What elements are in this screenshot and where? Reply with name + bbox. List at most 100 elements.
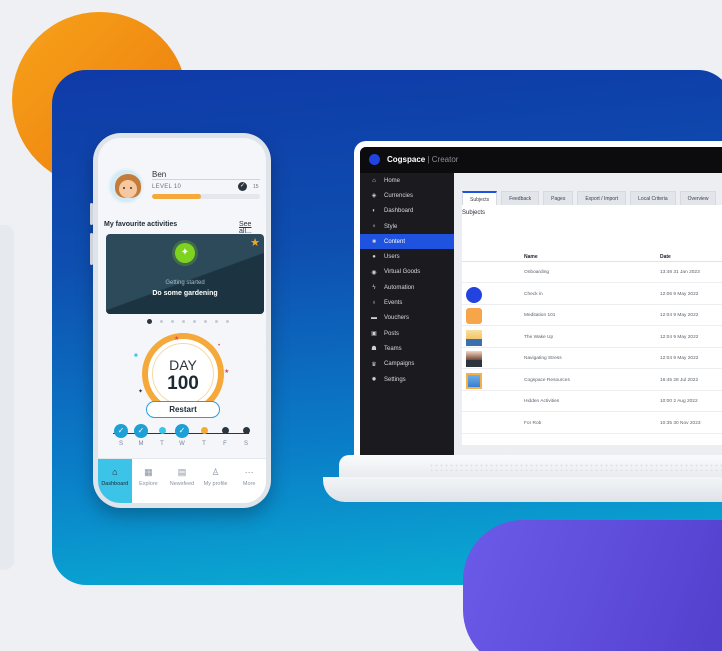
tab-more[interactable]: ⋯ More [232,459,266,503]
subject-date: 13:48 31 Jan 2023 [660,270,700,275]
table-header: Name Date [462,252,722,262]
weekday-4: T [195,424,213,447]
user-icon: ● [372,254,376,261]
sidebar-item-label: Teams [384,345,402,352]
sidebar-item-posts[interactable]: ▣ Posts [360,326,454,341]
carousel-dot[interactable] [171,319,174,323]
sidebar-item-settings[interactable]: ✹ Settings [360,372,454,387]
settings-icon: ✹ [371,377,377,383]
automation-icon: ϟ [372,284,376,291]
check-icon: ✓ [238,182,247,191]
level-progress-fill [152,194,201,199]
tab-my-profile[interactable]: ♙ My profile [199,459,233,503]
sidebar-item-vouchers[interactable]: ▬ Vouchers [360,311,454,326]
sidebar-item-campaigns[interactable]: ♛ Campaigns [360,357,454,372]
weekday-3: ✓ W [173,424,191,447]
carousel-dot[interactable] [204,319,207,323]
table-row[interactable]: Hidden Activities 10:00 2 Aug 2022 [462,392,722,412]
user-icon: ♙ [211,467,220,477]
date-column-header[interactable]: Date [660,254,671,260]
sidebar-item-home[interactable]: ⌂ Home [360,173,454,188]
profile-name: Ben [152,170,167,179]
weekday-letter: F [223,441,227,447]
subject-date: 10:35 30 Nov 2023 [660,420,701,426]
subject-name: For Rob [524,420,542,426]
sidebar-nav: ⌂ Home ◈ Currencies ◐ Dashboard ♆ Style ■ Content… [360,173,454,455]
day-label: DAY [169,357,197,373]
carousel-dot[interactable] [182,319,185,323]
carousel-dot[interactable] [160,319,163,323]
sidebar-item-label: Dashboard [384,208,414,215]
sidebar-item-virtual-goods[interactable]: ◉ Virtual Goods [360,265,454,280]
see-all-link[interactable]: See all... [239,221,266,235]
sidebar-item-dashboard[interactable]: ◐ Dashboard [360,204,454,219]
sidebar-item-events[interactable]: ♁ Events [360,295,454,310]
content-icon: ■ [372,238,376,245]
style-icon: ♆ [371,223,377,230]
subject-name: Navigating Stress [524,356,562,361]
subject-name: Cogspace Resources [524,377,570,383]
name-column-header[interactable]: Name [524,254,538,260]
panel-title: Subjects [462,210,486,216]
weekday-letter: T [160,441,164,447]
sidebar-item-label: Users [384,254,400,261]
carousel-dots [147,318,229,324]
day-dot [200,427,208,434]
carousel-dot[interactable] [215,319,218,323]
avatar[interactable] [108,168,144,204]
confetti-icon: ★ [224,369,230,375]
tab-newsfeed[interactable]: ▤ Newsfeed [165,459,199,503]
tab-dashboard[interactable]: ⌂ Dashboard [98,459,132,503]
sidebar-item-users[interactable]: ● Users [360,249,454,264]
sidebar-item-style[interactable]: ♆ Style [360,219,454,234]
avatar-eye [123,187,125,189]
table-row[interactable]: Check in 12:06 9 May 2022 [462,285,722,305]
table-row[interactable]: Navigating Stress 12:04 9 May 2022 [462,349,722,369]
table-row[interactable]: For Rob 10:35 30 Nov 2023 [462,414,722,434]
carousel-dot[interactable] [193,319,196,323]
laptop-base [323,455,722,503]
sidebar-item-label: Events [384,300,403,307]
sidebar-item-teams[interactable]: ☗ Teams [360,341,454,356]
subject-date: 12:04 9 May 2022 [660,313,699,318]
activity-card[interactable]: ✦ ★ Getting started Do some gardening [106,234,264,314]
table-row[interactable]: Meditation 101 12:04 9 May 2022 [462,306,722,326]
favourites-heading: My favourite activities [104,221,178,228]
confetti-icon: ★ [174,336,180,342]
sidebar-item-content[interactable]: ■ Content [360,234,454,250]
table-row[interactable]: Cogspace Resources 16:45 28 Jul 2022 [462,371,722,391]
avatar-eye [130,187,132,189]
sidebar-item-label: Style [384,223,398,230]
events-icon: ♁ [371,300,377,307]
subject-thumbnail [466,308,482,324]
dashboard-icon: ◐ [372,208,376,215]
tab-label: Newsfeed [169,481,195,487]
carousel-dot[interactable] [147,318,152,324]
day-dot [242,427,250,434]
tab-explore[interactable]: ▦ Explore [132,459,166,503]
confetti-icon: ■ [134,353,138,359]
star-icon[interactable]: ★ [250,236,260,249]
phone-device: Ben LEVEL 10 ✓ 15 My favourite activitie… [90,133,271,508]
restart-button[interactable]: Restart [146,401,220,418]
table-row[interactable]: The Wake Up 12:04 9 May 2022 [462,328,722,348]
subject-thumbnail [466,372,482,389]
subject-thumbnail [466,351,482,367]
cogspace-logo-icon [369,154,380,165]
weekday-letter: S [118,441,123,447]
sidebar-item-label: Vouchers [384,315,410,322]
confetti-icon: • [218,343,221,349]
posts-icon: ▣ [371,331,377,338]
subject-name: Check in [524,291,543,297]
sidebar-item-label: Posts [384,330,400,337]
grid-icon: ▦ [144,467,153,477]
weekday-letter: T [202,441,206,447]
sidebar-item-label: Campaigns [384,361,415,368]
sidebar-item-automation[interactable]: ϟ Automation [360,280,454,295]
table-row[interactable]: Onboarding 13:48 31 Jan 2023 [462,263,722,283]
sidebar-item-currencies[interactable]: ◈ Currencies [360,188,454,203]
carousel-dot[interactable] [226,319,229,323]
bottom-tab-bar: ⌂ Dashboard ▦ Explore ▤ Newsfeed ♙ My profile ⋯ M… [98,458,266,503]
trophy-icon: ♛ [371,361,377,368]
tab-label: Explore [139,481,158,487]
